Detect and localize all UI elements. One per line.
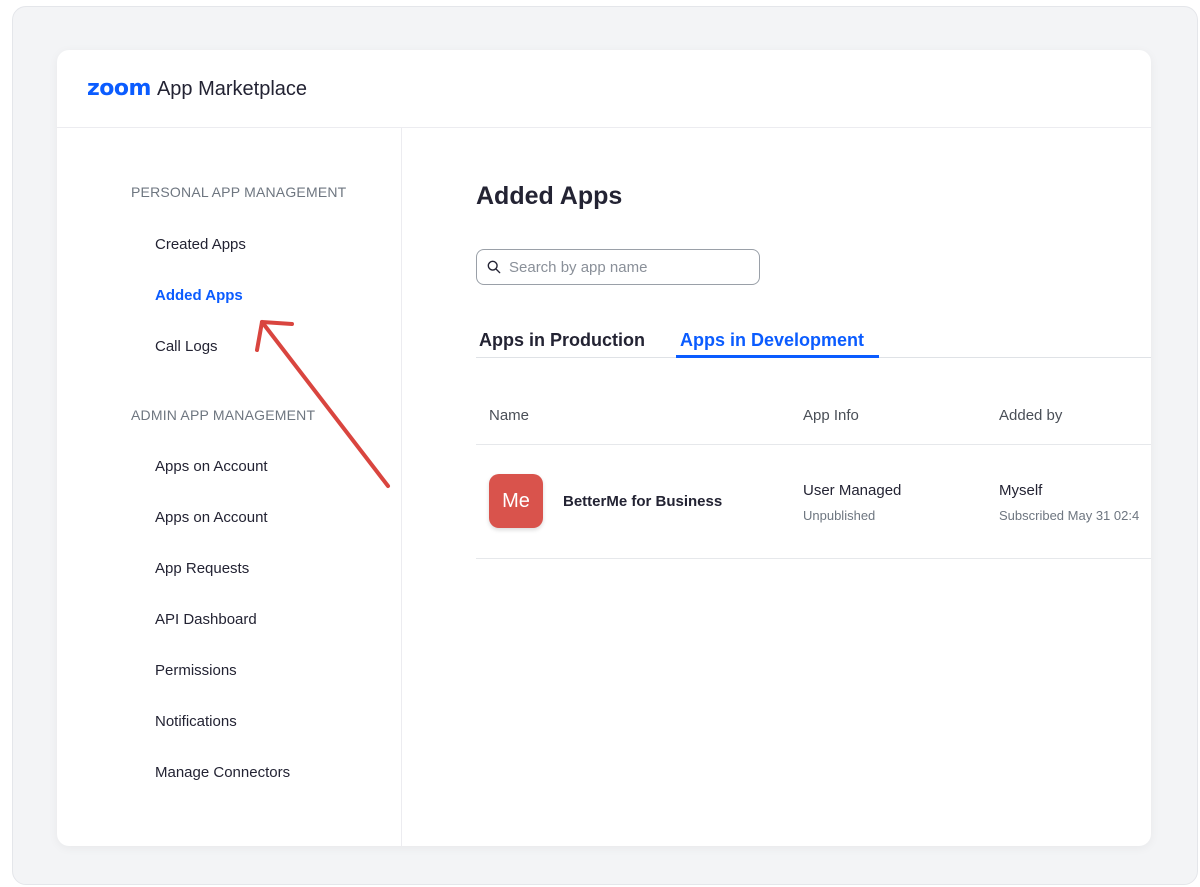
app-info-type: User Managed — [803, 482, 902, 499]
sidebar-item-added-apps[interactable]: Added Apps — [155, 287, 243, 304]
zoom-logo: zoom — [87, 76, 151, 101]
added-by-cell: Myself Subscribed May 31 02:4 — [999, 478, 1151, 538]
sidebar-item-app-requests[interactable]: App Requests — [155, 560, 249, 577]
app-icon: Me — [489, 474, 543, 528]
sidebar-item-api-dashboard[interactable]: API Dashboard — [155, 611, 257, 628]
sidebar-item-call-logs[interactable]: Call Logs — [155, 338, 218, 355]
search-icon — [487, 260, 501, 274]
sidebar-item-created-apps[interactable]: Created Apps — [155, 236, 246, 253]
table-header-divider — [476, 444, 1151, 445]
sidebar-item-manage-connectors[interactable]: Manage Connectors — [155, 764, 290, 781]
page-title: Added Apps — [476, 182, 623, 210]
tab-bar: Apps in Production Apps in Development — [476, 326, 1151, 358]
personal-section-title: PERSONAL APP MANAGEMENT — [131, 184, 347, 200]
column-header-name: Name — [489, 407, 530, 424]
column-header-added-by: Added by — [999, 407, 1063, 424]
subscribed-date: Subscribed May 31 02:4 — [999, 508, 1140, 523]
tab-apps-in-development[interactable]: Apps in Development — [680, 330, 864, 351]
active-tab-indicator — [676, 355, 879, 358]
sidebar-item-apps-on-account-2[interactable]: Apps on Account — [155, 509, 268, 526]
main-content: Added Apps Apps in Production Apps in De… — [403, 50, 1151, 768]
added-by-user: Myself — [999, 482, 1043, 499]
tab-apps-in-production[interactable]: Apps in Production — [479, 330, 645, 351]
table-row-divider — [476, 558, 1151, 559]
sidebar-item-apps-on-account[interactable]: Apps on Account — [155, 458, 268, 475]
admin-section-title: ADMIN APP MANAGEMENT — [131, 407, 316, 423]
sidebar-item-notifications[interactable]: Notifications — [155, 713, 237, 730]
app-name[interactable]: BetterMe for Business — [563, 493, 722, 510]
column-header-app-info: App Info — [803, 407, 859, 424]
app-info-status: Unpublished — [803, 508, 876, 523]
search-input[interactable] — [509, 258, 749, 276]
search-box[interactable] — [476, 249, 760, 285]
logo-title: App Marketplace — [156, 78, 308, 100]
sidebar-item-permissions[interactable]: Permissions — [155, 662, 237, 679]
app-marketplace-logo[interactable]: zoom App Marketplace — [87, 77, 307, 101]
sidebar: PERSONAL APP MANAGEMENT Created Apps Add… — [57, 128, 402, 846]
